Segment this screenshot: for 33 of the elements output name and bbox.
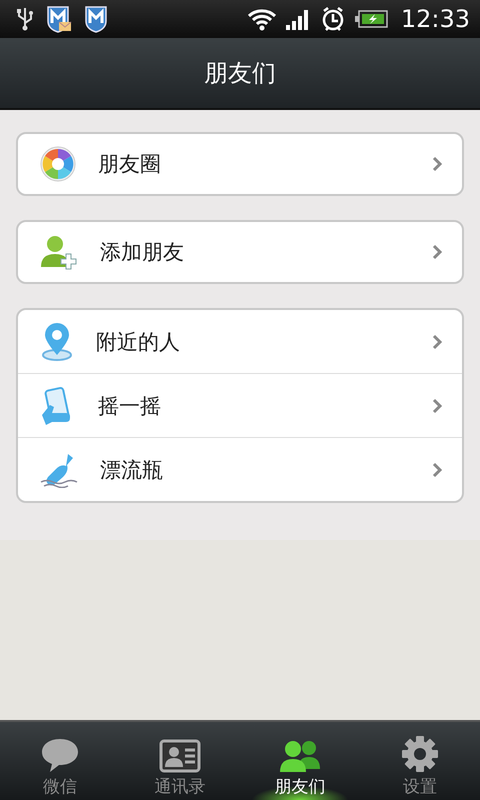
page-title: 朋友们 — [204, 58, 276, 89]
shield-icon — [84, 5, 110, 33]
bottle-icon — [40, 452, 78, 488]
settings-icon — [401, 735, 439, 773]
clock-time: 12:33 — [400, 5, 470, 33]
item-label: 摇一摇 — [98, 392, 162, 420]
usb-icon — [16, 6, 34, 32]
chevron-icon — [432, 398, 442, 414]
menu-item[interactable]: 漂流瓶 — [18, 437, 462, 501]
wifi-icon — [246, 7, 277, 31]
tab[interactable]: 设置 — [360, 722, 480, 800]
contact-card-icon — [159, 739, 201, 773]
alarm-icon — [320, 6, 345, 32]
chevron-icon — [432, 156, 442, 172]
tab[interactable]: 通讯录 — [120, 722, 240, 800]
menu-item[interactable]: 摇一摇 — [18, 373, 462, 437]
add-person-icon — [40, 234, 78, 270]
menu-item[interactable]: 朋友圈 — [18, 134, 462, 194]
item-label: 漂流瓶 — [100, 456, 164, 484]
menu-item[interactable]: 添加朋友 — [18, 222, 462, 282]
item-label: 添加朋友 — [100, 239, 185, 266]
aperture-icon — [40, 146, 76, 182]
item-label: 朋友圈 — [98, 151, 162, 178]
people-icon — [278, 739, 322, 773]
item-label: 附近的人 — [96, 328, 181, 356]
chevron-icon — [432, 244, 442, 260]
mail-shield-icon — [46, 5, 72, 33]
speech-bubble-icon — [40, 737, 80, 773]
location-pin-icon — [40, 322, 74, 360]
tab[interactable]: 微信 — [0, 722, 120, 800]
chevron-icon — [432, 334, 442, 350]
menu-item[interactable]: 附近的人 — [18, 310, 462, 373]
chevron-icon — [432, 462, 442, 478]
